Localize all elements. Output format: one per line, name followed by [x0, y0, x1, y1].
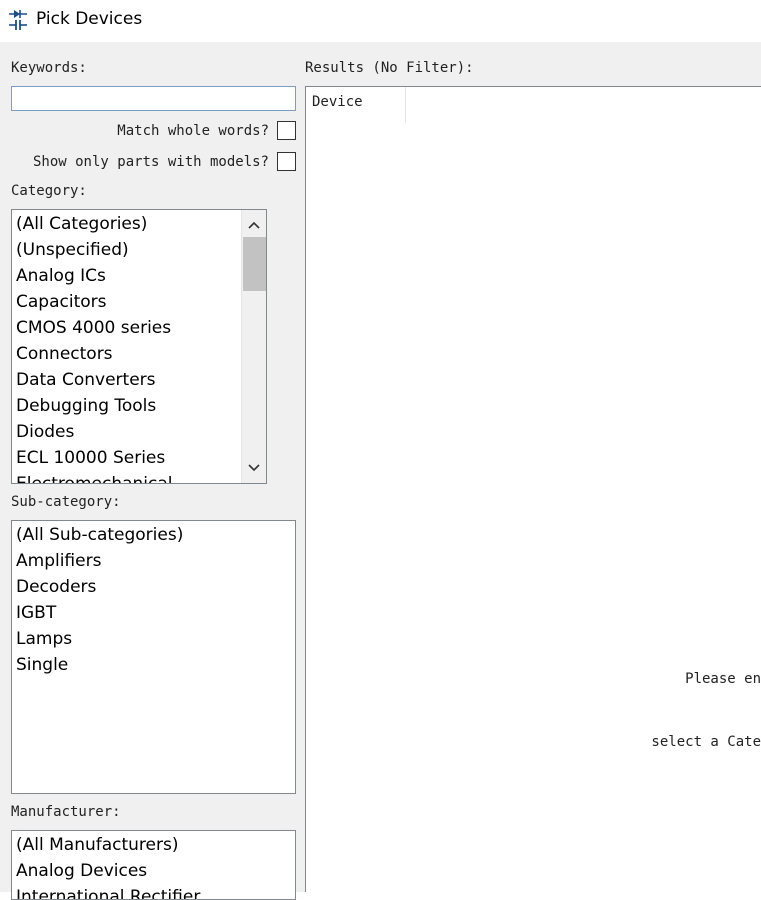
manufacturer-item[interactable]: (All Manufacturers) [16, 832, 179, 858]
category-item[interactable]: CMOS 4000 series [16, 315, 171, 341]
category-item[interactable]: Analog ICs [16, 263, 106, 289]
column-header-label: Device [312, 94, 363, 110]
dialog-body: Keywords: Match whole words? Show only p… [0, 42, 761, 900]
empty-message-line: Please en [685, 671, 761, 687]
subcategory-item[interactable]: Single [16, 652, 68, 678]
category-item[interactable]: (All Categories) [16, 211, 147, 237]
category-item[interactable]: Debugging Tools [16, 393, 156, 419]
manufacturer-item[interactable]: Analog Devices [16, 858, 147, 884]
chevron-down-icon [248, 464, 260, 472]
category-item[interactable]: Data Converters [16, 367, 156, 393]
diode-capacitor-icon [9, 10, 27, 30]
category-item[interactable]: Diodes [16, 419, 74, 445]
results-label: Results (No Filter): [305, 60, 474, 76]
subcategory-item[interactable]: IGBT [16, 600, 56, 626]
category-item[interactable]: ECL 10000 Series [16, 445, 165, 471]
title-bar: Pick Devices [0, 0, 761, 42]
category-item[interactable]: Connectors [16, 341, 113, 367]
scroll-down-arrow[interactable] [242, 456, 266, 480]
subcategory-item[interactable]: Amplifiers [16, 548, 101, 574]
category-item[interactable]: Capacitors [16, 289, 106, 315]
match-whole-words-label: Match whole words? [117, 123, 269, 139]
subcategory-list[interactable]: (All Sub-categories) Amplifiers Decoders… [11, 520, 296, 794]
subcategory-item[interactable]: Decoders [16, 574, 96, 600]
only-models-label: Show only parts with models? [32, 154, 269, 170]
scroll-up-arrow[interactable] [242, 213, 266, 237]
chevron-up-icon [248, 221, 260, 229]
category-label: Category: [11, 183, 87, 199]
scroll-thumb[interactable] [243, 237, 266, 291]
results-list[interactable]: Device Please en select a Cate [305, 86, 761, 892]
manufacturer-item[interactable]: International Rectifier [16, 884, 200, 899]
category-item[interactable]: (Unspecified) [16, 237, 129, 263]
keywords-label: Keywords: [11, 60, 87, 76]
subcategory-label: Sub-category: [11, 494, 121, 510]
window-title: Pick Devices [36, 9, 143, 29]
match-whole-words-checkbox[interactable] [277, 121, 296, 140]
manufacturer-list[interactable]: (All Manufacturers) Analog Devices Inter… [11, 830, 296, 900]
category-scrollbar[interactable] [241, 210, 266, 483]
empty-message-line: select a Cate [651, 734, 761, 750]
empty-results-message: Please en select a Cate [651, 627, 761, 795]
category-item[interactable]: Electromechanical [16, 471, 173, 483]
category-list[interactable]: (All Categories) (Unspecified) Analog IC… [11, 209, 267, 484]
subcategory-item[interactable]: (All Sub-categories) [16, 522, 183, 548]
keywords-input[interactable] [11, 86, 296, 111]
only-models-checkbox[interactable] [277, 152, 296, 171]
subcategory-item[interactable]: Lamps [16, 626, 72, 652]
column-header-device[interactable]: Device [306, 87, 406, 123]
manufacturer-label: Manufacturer: [11, 804, 121, 820]
